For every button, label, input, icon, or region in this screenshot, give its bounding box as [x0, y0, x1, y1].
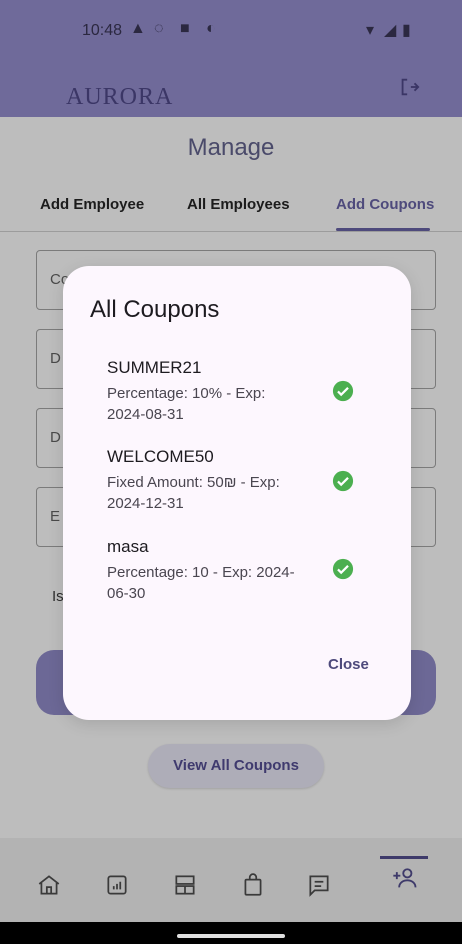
page-title: Manage — [187, 134, 275, 161]
app-logo: AURORA — [66, 84, 174, 110]
home-icon[interactable] — [36, 872, 62, 898]
coupon-code: SUMMER21 — [107, 358, 202, 377]
tab-all-employees[interactable]: All Employees — [187, 196, 290, 213]
field-hint: E — [50, 508, 61, 525]
home-gesture-handle[interactable] — [177, 934, 285, 938]
warning-icon: ▲ — [130, 20, 146, 37]
coupon-code: masa — [107, 537, 149, 556]
field-hint: D — [50, 350, 61, 367]
gesture-bar — [0, 922, 462, 944]
check-circle-icon — [332, 558, 354, 580]
dashboard-icon[interactable] — [172, 872, 198, 898]
tab-add-coupons[interactable]: Add Coupons — [336, 196, 434, 213]
field-hint: D — [50, 429, 61, 446]
tab-divider — [0, 231, 462, 232]
dialog-title: All Coupons — [90, 296, 220, 323]
vpn-icon: ◌ — [154, 20, 164, 37]
battery-icon: ▮ — [402, 22, 411, 39]
signal-icon: ◢ — [384, 22, 397, 39]
stats-icon[interactable] — [104, 872, 130, 898]
coupon-detail: Percentage: 10% - Exp: 2024-08-31 — [107, 385, 266, 423]
nav-selected-indicator — [380, 856, 428, 859]
coupon-detail: Percentage: 10 - Exp: 2024-06-30 — [107, 564, 295, 602]
message-icon[interactable] — [306, 872, 332, 898]
check-circle-icon — [332, 470, 354, 492]
coupon-detail: Fixed Amount: 50₪ - Exp: 2024-12-31 — [107, 474, 280, 512]
add-person-icon[interactable] — [391, 864, 417, 890]
tab-add-employee[interactable]: Add Employee — [40, 196, 144, 213]
sync-icon: ◐ — [206, 20, 216, 37]
sim-icon: ■ — [180, 20, 190, 37]
coupon-code: WELCOME50 — [107, 447, 214, 466]
wifi-icon: ▾ — [366, 22, 375, 39]
shopping-bag-icon[interactable] — [240, 872, 266, 898]
view-all-coupons-button[interactable]: View All Coupons — [148, 744, 324, 788]
check-circle-icon — [332, 380, 354, 402]
is-active-label: Is — [52, 588, 64, 605]
logout-icon[interactable] — [398, 76, 420, 98]
close-button[interactable]: Close — [320, 654, 377, 675]
status-time: 10:48 — [82, 22, 123, 39]
